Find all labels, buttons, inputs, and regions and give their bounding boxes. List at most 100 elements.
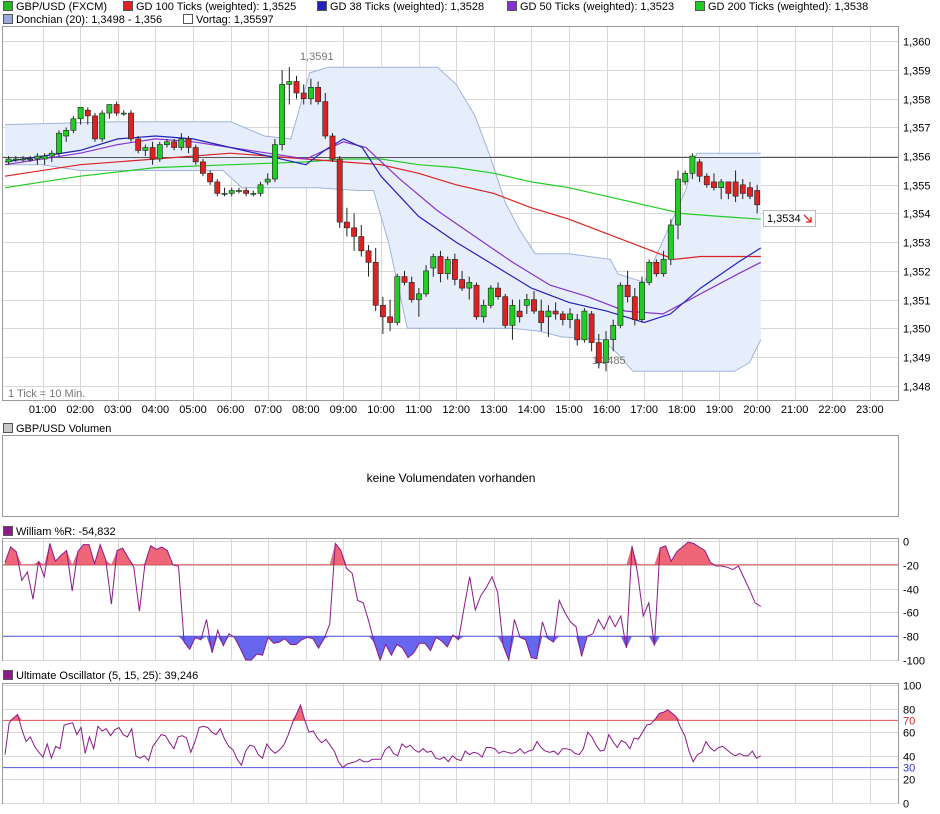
- price-axis-tick-label: 1,360: [903, 37, 931, 49]
- candle-body: [365, 250, 372, 263]
- candle: [617, 282, 624, 329]
- time-axis-tick-label: 01:00: [29, 404, 57, 416]
- candle-body: [63, 130, 70, 137]
- time-axis-tick-label: 08:00: [292, 404, 320, 416]
- candle-body: [675, 178, 681, 226]
- legend-swatch: [317, 1, 327, 11]
- last-price-label: 1,3534: [767, 213, 801, 225]
- candle-body: [307, 87, 314, 100]
- candle-body: [495, 287, 501, 298]
- candle: [56, 130, 62, 157]
- candle-body: [739, 184, 746, 194]
- candle-body: [106, 104, 113, 114]
- candle-body: [747, 187, 753, 197]
- time-axis-tick-label: 03:00: [104, 404, 132, 416]
- candle-body: [653, 261, 660, 275]
- candle: [156, 141, 163, 162]
- candle-body: [567, 313, 573, 320]
- legend-swatch: [183, 14, 193, 24]
- candle-body: [667, 224, 674, 260]
- candle-body: [271, 144, 278, 180]
- price-axis-tick-label: 1,357: [903, 123, 931, 135]
- candle: [581, 308, 588, 343]
- candle-body: [660, 259, 667, 274]
- legend-item-gd50: GD 50 Ticks (weighted): 1,3523: [507, 1, 674, 13]
- time-axis-tick-label: 02:00: [66, 404, 94, 416]
- legend-item-gd38: GD 38 Ticks (weighted): 1,3528: [317, 1, 484, 13]
- legend-swatch: [3, 1, 13, 11]
- candle-body: [711, 181, 717, 188]
- candle-body: [538, 310, 545, 323]
- uo-upper-level-label: 70: [903, 715, 915, 727]
- candle-body: [250, 193, 257, 195]
- candle-body: [415, 293, 422, 300]
- legend-swatch: [695, 1, 705, 11]
- candle-body: [12, 158, 19, 161]
- candle: [135, 136, 142, 154]
- volume-empty-message: keine Volumendaten vorhanden: [367, 471, 536, 485]
- legend-swatch: [3, 526, 13, 536]
- legend-volume: GBP/USD Volumen: [3, 423, 111, 435]
- time-axis-tick-label: 18:00: [668, 404, 696, 416]
- legend-uo: Ultimate Oscillator (5, 15, 25): 39,246: [3, 670, 198, 682]
- candle-body: [466, 282, 473, 289]
- candle-body: [487, 287, 494, 306]
- price-axis-tick-label: 1,348: [903, 382, 931, 394]
- price-axis-tick-label: 1,359: [903, 66, 931, 78]
- william-axis-tick-label: -20: [903, 561, 919, 573]
- candle-body: [423, 270, 429, 295]
- time-axis-tick-label: 12:00: [442, 404, 470, 416]
- candle: [192, 144, 199, 165]
- candle-body: [559, 313, 566, 320]
- candle: [329, 133, 336, 162]
- price-axis-tick-label: 1,355: [903, 181, 931, 193]
- candle-body: [329, 135, 336, 160]
- price-axis-tick-label: 1,358: [903, 95, 931, 107]
- time-axis-tick-label: 23:00: [856, 404, 884, 416]
- candle-body: [430, 256, 437, 269]
- candle-body: [624, 284, 631, 298]
- candle-body: [185, 138, 192, 148]
- william-title: William %R: -54,832: [16, 526, 116, 538]
- candle-body: [437, 256, 444, 275]
- uo-axis-tick-label: 100: [903, 681, 921, 693]
- candle-body: [128, 112, 134, 140]
- candle: [336, 156, 343, 228]
- candle-body: [142, 147, 149, 151]
- time-axis-tick-label: 11:00: [405, 404, 432, 416]
- legend-swatch: [3, 423, 13, 433]
- candle-body: [689, 155, 696, 174]
- candle-body: [5, 158, 12, 163]
- candle-body: [293, 81, 300, 94]
- candle-body: [322, 101, 329, 137]
- candle-body: [120, 112, 127, 115]
- uo-axis-tick-label: 20: [903, 775, 915, 787]
- candle-body: [27, 158, 34, 161]
- candle-body: [451, 259, 458, 280]
- candle-body: [617, 284, 624, 326]
- legend-main: GBP/USD (FXCM) GD 100 Ticks (weighted): …: [3, 1, 868, 26]
- last-price-marker: 1,3534: [763, 210, 816, 227]
- stock-chart: 1,348 1,349 1,350 1,351 1,352 1,353 1,354 1,355…: [2, 1, 931, 811]
- candle-body: [732, 181, 739, 197]
- candle-body: [480, 304, 487, 318]
- candle-body: [84, 109, 91, 117]
- candle-body: [214, 181, 221, 194]
- candle-body: [34, 155, 41, 160]
- candle-body: [444, 259, 451, 274]
- time-axis-tick-label: 21:00: [781, 404, 809, 416]
- legend-label: GD 38 Ticks (weighted): 1,3528: [330, 1, 484, 13]
- time-axis-tick-label: 13:00: [480, 404, 508, 416]
- candle: [271, 138, 278, 182]
- legend-label: GBP/USD (FXCM): [16, 1, 107, 13]
- price-low-label: 1,3485: [592, 355, 626, 367]
- price-axis-tick-label: 1,354: [903, 209, 931, 221]
- time-axis-tick-label: 22:00: [818, 404, 846, 416]
- candle-body: [351, 227, 357, 237]
- candle-body: [516, 310, 523, 318]
- legend-label: GD 100 Ticks (weighted): 1,3525: [136, 1, 296, 13]
- candle-body: [387, 316, 393, 323]
- tick-note: 1 Tick = 10 Min.: [8, 388, 85, 400]
- price-high-label: 1,3591: [300, 51, 334, 63]
- candle-body: [523, 299, 530, 306]
